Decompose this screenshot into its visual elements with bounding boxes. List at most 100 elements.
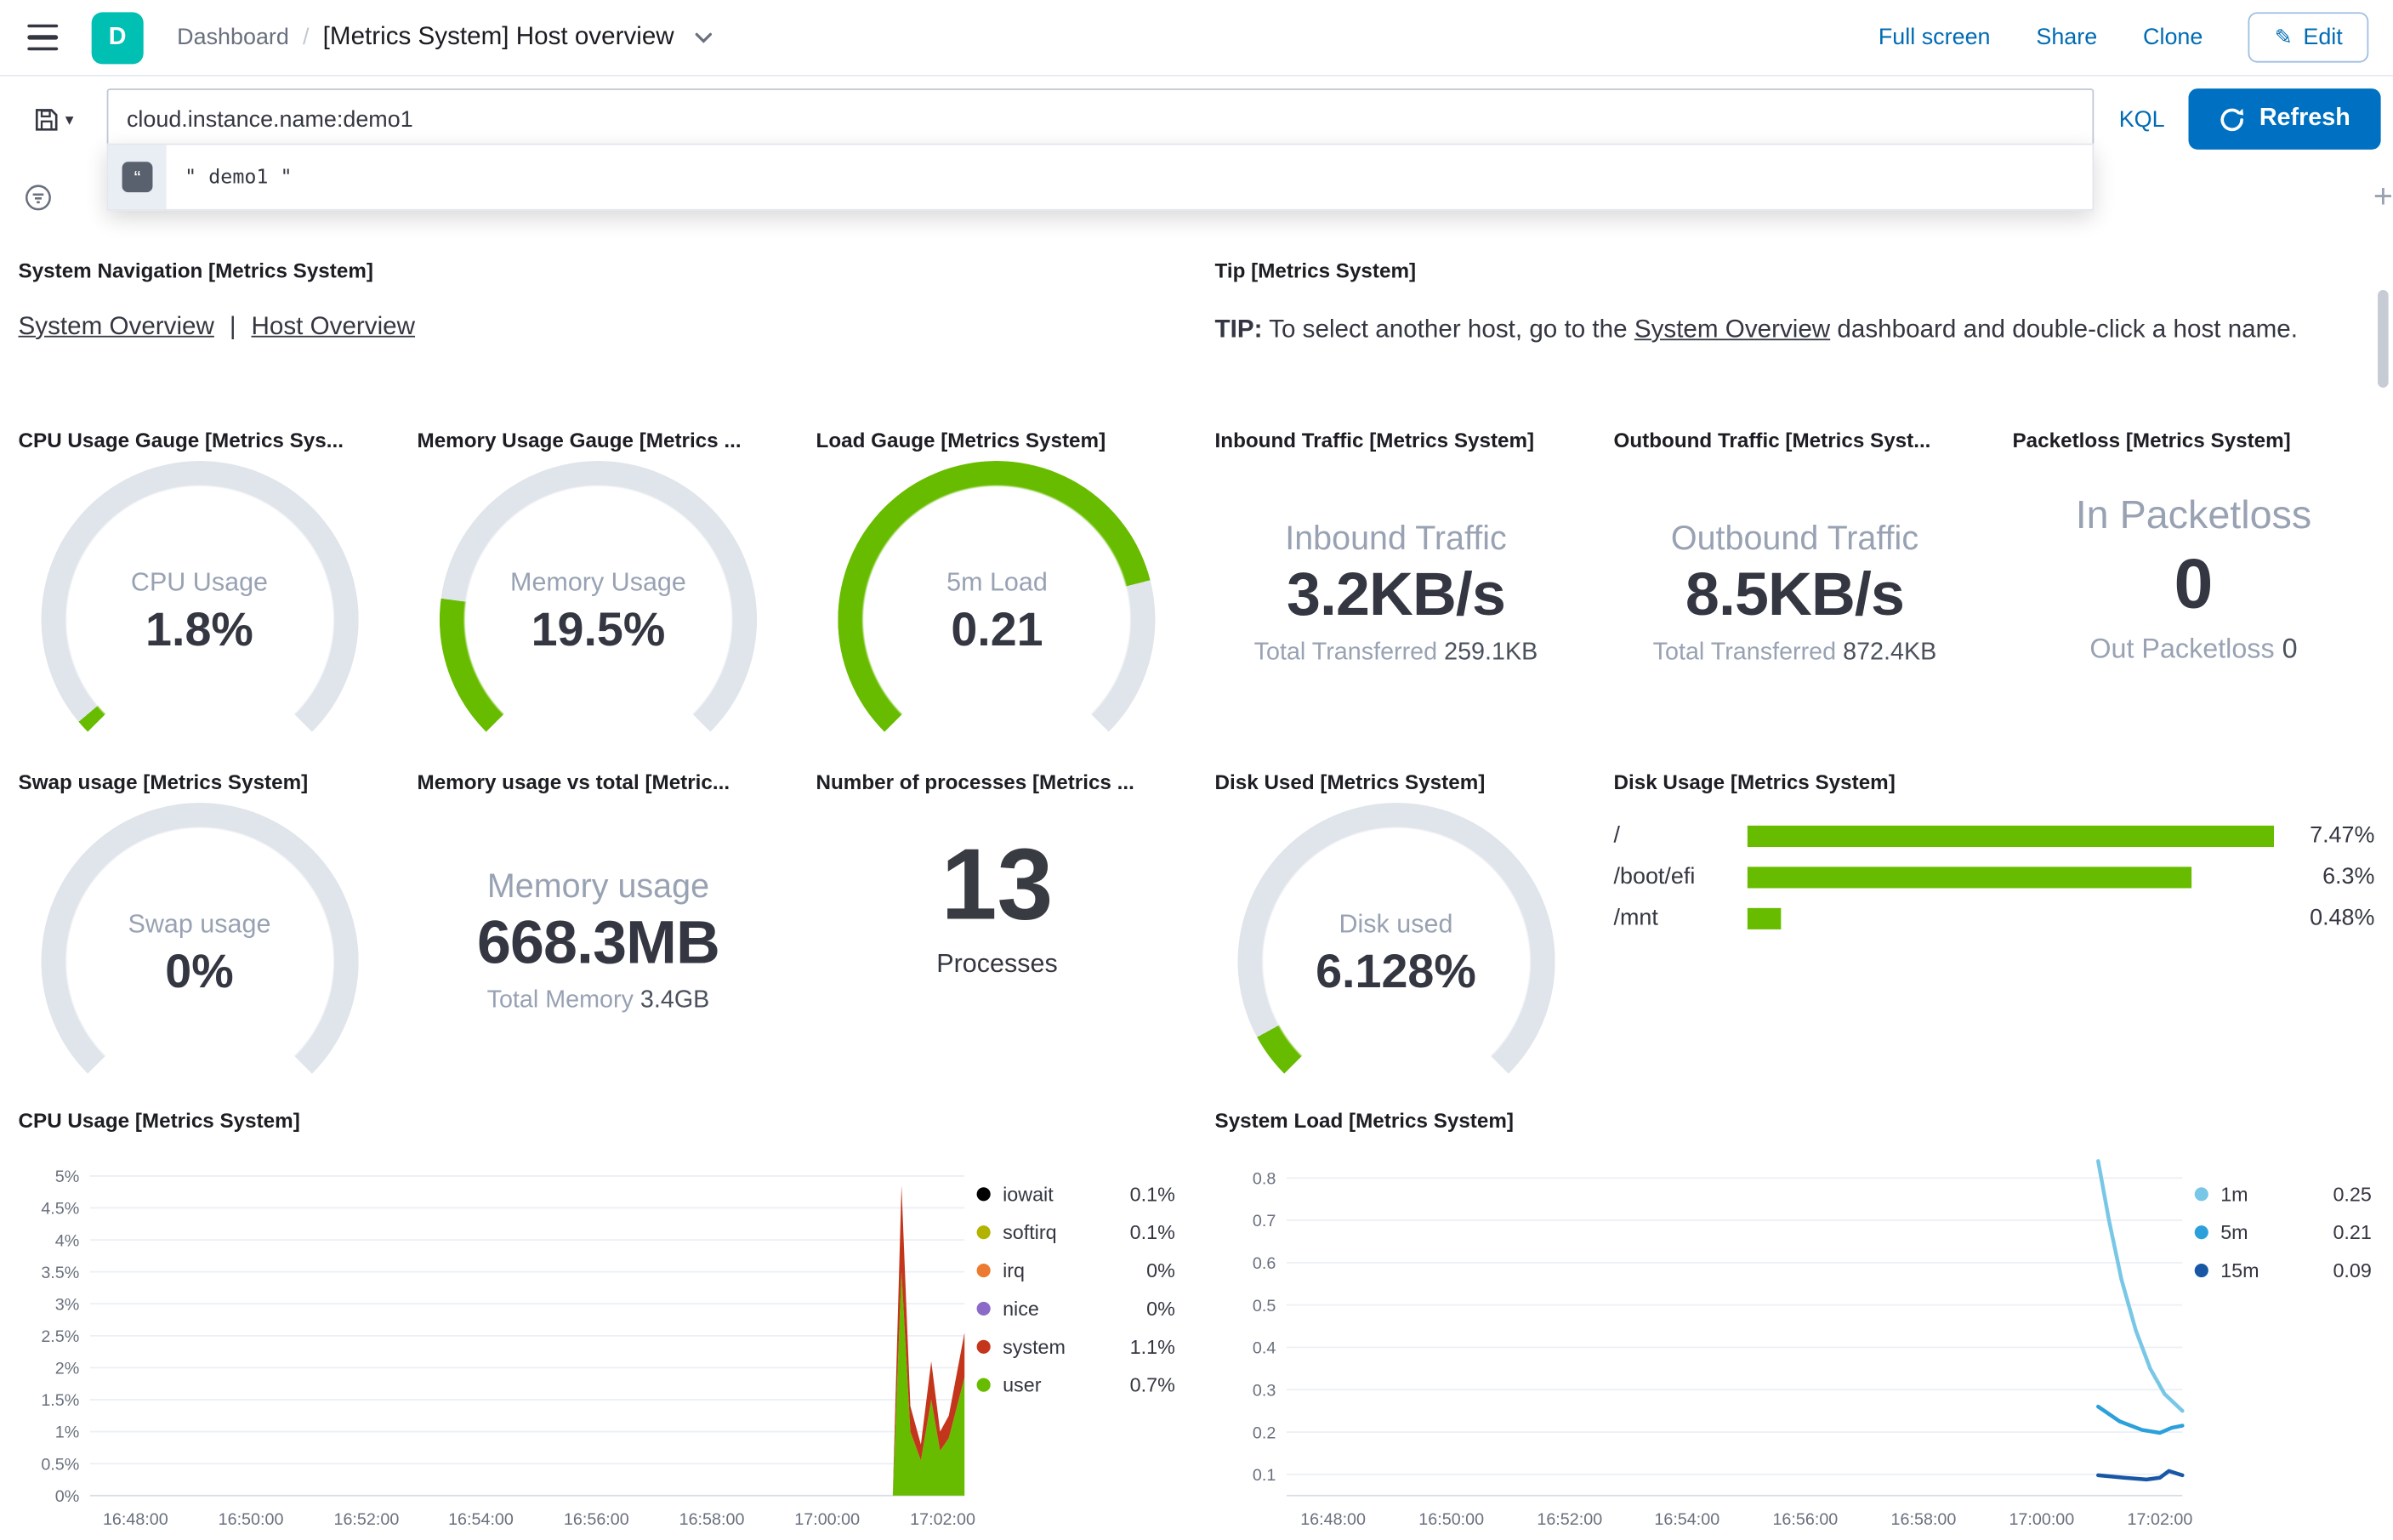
svg-text:0.6: 0.6 [1253, 1254, 1276, 1273]
process-count: 13 [941, 827, 1054, 940]
tip-text: TIP: To select another host, go to the S… [1215, 310, 2375, 350]
svg-text:4%: 4% [55, 1231, 80, 1250]
legend-dot [2194, 1187, 2208, 1202]
system-load-chart[interactable]: 0.1 0.2 0.3 0.4 0.5 0.6 0.7 0.8 16:48:00 16:50:00… [1215, 1141, 2195, 1535]
svg-text:17:02:00: 17:02:00 [910, 1510, 975, 1529]
panel-title: Inbound Traffic [Metrics System] [1214, 429, 1535, 452]
link-system-overview[interactable]: System Overview [1634, 315, 1830, 343]
packetloss-out-label: Out Packetloss [2089, 633, 2275, 664]
gauge-value: 19.5% [531, 602, 666, 656]
svg-text:16:56:00: 16:56:00 [564, 1510, 629, 1529]
metric-value: 668.3MB [476, 909, 720, 977]
dashboard-grid: System Navigation [Metrics System] Syste… [0, 244, 2393, 1540]
legend-item[interactable]: irq 0% [976, 1252, 1175, 1290]
svg-text:0.5%: 0.5% [41, 1455, 79, 1474]
legend-dot [976, 1378, 991, 1392]
panel-title: System Load [Metrics System] [1214, 1109, 1514, 1133]
menu-icon[interactable] [25, 22, 61, 53]
panel-tip: Tip [Metrics System] TIP: To select anot… [1196, 244, 2393, 414]
legend-item[interactable]: iowait 0.1% [976, 1175, 1175, 1213]
svg-text:1%: 1% [55, 1424, 80, 1442]
legend-dot [976, 1301, 991, 1316]
svg-text:16:50:00: 16:50:00 [1418, 1510, 1484, 1529]
legend-dot [976, 1187, 991, 1202]
metric-sub-value: 872.4KB [1843, 639, 1937, 666]
cpu-usage-legend: iowait 0.1% softirq 0.1% irq 0% nice 0% system 1.… [976, 1175, 1179, 1536]
panel-system-load-chart: System Load [Metrics System] 0.1 0.2 0.3 0.… [1196, 1094, 2393, 1540]
panel-title: Packetloss [Metrics System] [2012, 429, 2291, 452]
legend-item[interactable]: 1m 0.25 [2194, 1175, 2372, 1213]
svg-text:16:52:00: 16:52:00 [1537, 1510, 1602, 1529]
svg-text:16:54:00: 16:54:00 [448, 1510, 514, 1529]
legend-dot [2194, 1225, 2208, 1240]
panel-number-of-processes: Number of processes [Metrics ... 13 Proc… [797, 755, 1196, 1094]
legend-item[interactable]: 5m 0.21 [2194, 1213, 2372, 1252]
disk-usage-row: /mnt 0.48% [1613, 905, 2375, 931]
legend-item[interactable]: user 0.7% [976, 1366, 1175, 1404]
svg-text:17:00:00: 17:00:00 [794, 1510, 860, 1529]
panel-title: Outbound Traffic [Metrics Syst... [1613, 429, 1931, 452]
panel-title: Tip [Metrics System] [1214, 259, 1417, 283]
panel-disk-usage: Disk Usage [Metrics System] /7.47% /boot/… [1594, 755, 2393, 1094]
disk-usage-rows: /7.47% /boot/efi 6.3% /mnt 0.48% [1614, 815, 2375, 938]
gauge-label: Swap usage [128, 909, 271, 939]
panel-title: Number of processes [Metrics ... [816, 770, 1134, 794]
panel-title: Memory usage vs total [Metric... [417, 770, 730, 794]
legend-item[interactable]: nice 0% [976, 1289, 1175, 1327]
system-load-legend: 1m 0.25 5m 0.21 15m 0.09 [2194, 1175, 2375, 1536]
metric-label: Inbound Traffic [1285, 519, 1507, 558]
panel-swap-usage-gauge: Swap usage [Metrics System] Swap usage 0… [0, 755, 399, 1121]
svg-text:2%: 2% [55, 1360, 80, 1378]
metric-label: Memory usage [486, 867, 710, 906]
svg-text:0%: 0% [55, 1487, 80, 1506]
svg-text:16:52:00: 16:52:00 [333, 1510, 399, 1529]
svg-text:16:50:00: 16:50:00 [219, 1510, 284, 1529]
suggestion-item[interactable]: " demo1 " [185, 166, 292, 189]
svg-text:0.5: 0.5 [1253, 1297, 1276, 1316]
cpu-usage-chart[interactable]: 0% 0.5% 1% 1.5% 2% 2.5% 3% 3.5% 4% 4.5% 5% 16:48:00… [19, 1141, 977, 1535]
tip-text-2: dashboard and double-click a host name. [1830, 315, 2299, 344]
panel-memory-vs-total: Memory usage vs total [Metric... Memory … [398, 755, 798, 1094]
add-filter-plus-icon[interactable]: + [2373, 179, 2393, 213]
svg-text:16:48:00: 16:48:00 [103, 1510, 168, 1529]
packetloss-in-label: In Packetloss [2075, 491, 2312, 537]
svg-text:16:56:00: 16:56:00 [1772, 1510, 1838, 1529]
link-host-overview[interactable]: Host Overview [251, 313, 415, 340]
panel-packetloss: Packetloss [Metrics System] In Packetlos… [1993, 413, 2393, 756]
svg-text:16:54:00: 16:54:00 [1654, 1510, 1719, 1529]
link-system-overview[interactable]: System Overview [19, 313, 214, 340]
legend-dot [976, 1263, 991, 1278]
panel-system-navigation: System Navigation [Metrics System] Syste… [0, 244, 1196, 414]
query-suggestion-popover: “ " demo1 " [106, 143, 2095, 211]
scrollbar-thumb[interactable] [2378, 289, 2389, 388]
gauge-value: 0.21 [951, 602, 1043, 656]
panel-cpu-usage-chart: CPU Usage [Metrics System] 0% 0.5% 1% 1.5% 2… [0, 1094, 1196, 1540]
metric-value: 8.5KB/s [1685, 561, 1905, 629]
panel-memory-usage-gauge: Memory Usage Gauge [Metrics ... Memory U… [398, 413, 798, 779]
gauge-label: CPU Usage [130, 567, 269, 597]
svg-text:0.1: 0.1 [1253, 1466, 1276, 1485]
svg-text:3.5%: 3.5% [41, 1264, 79, 1282]
svg-text:0.2: 0.2 [1253, 1424, 1276, 1442]
svg-text:5%: 5% [55, 1168, 80, 1186]
tip-bold: TIP: [1214, 315, 1263, 344]
panel-cpu-usage-gauge: CPU Usage Gauge [Metrics Sys... CPU Usag… [0, 413, 399, 779]
chevron-down-icon: ▾ [65, 111, 74, 129]
panel-title: Swap usage [Metrics System] [18, 770, 309, 794]
legend-item[interactable]: softirq 0.1% [976, 1213, 1175, 1252]
panel-inbound-traffic: Inbound Traffic [Metrics System] Inbound… [1196, 413, 1595, 756]
process-count-label: Processes [936, 949, 1058, 979]
legend-item[interactable]: 15m 0.09 [2194, 1252, 2372, 1290]
filter-icon[interactable] [25, 182, 52, 211]
panel-title: CPU Usage Gauge [Metrics Sys... [18, 429, 344, 452]
suggestion-icon-cell: “ [108, 145, 167, 209]
metric-sub-value: 3.4GB [639, 987, 710, 1014]
svg-text:3%: 3% [55, 1295, 80, 1314]
gauge-label: Disk used [1339, 909, 1453, 939]
metric-sub-label: Total Memory [486, 987, 634, 1014]
svg-text:16:58:00: 16:58:00 [679, 1510, 745, 1529]
value-token-icon: “ [122, 162, 153, 193]
legend-item[interactable]: system 1.1% [976, 1327, 1175, 1366]
metric-sub-label: Total Transferred [1253, 639, 1438, 666]
disk-usage-row: /boot/efi 6.3% [1613, 863, 2375, 890]
